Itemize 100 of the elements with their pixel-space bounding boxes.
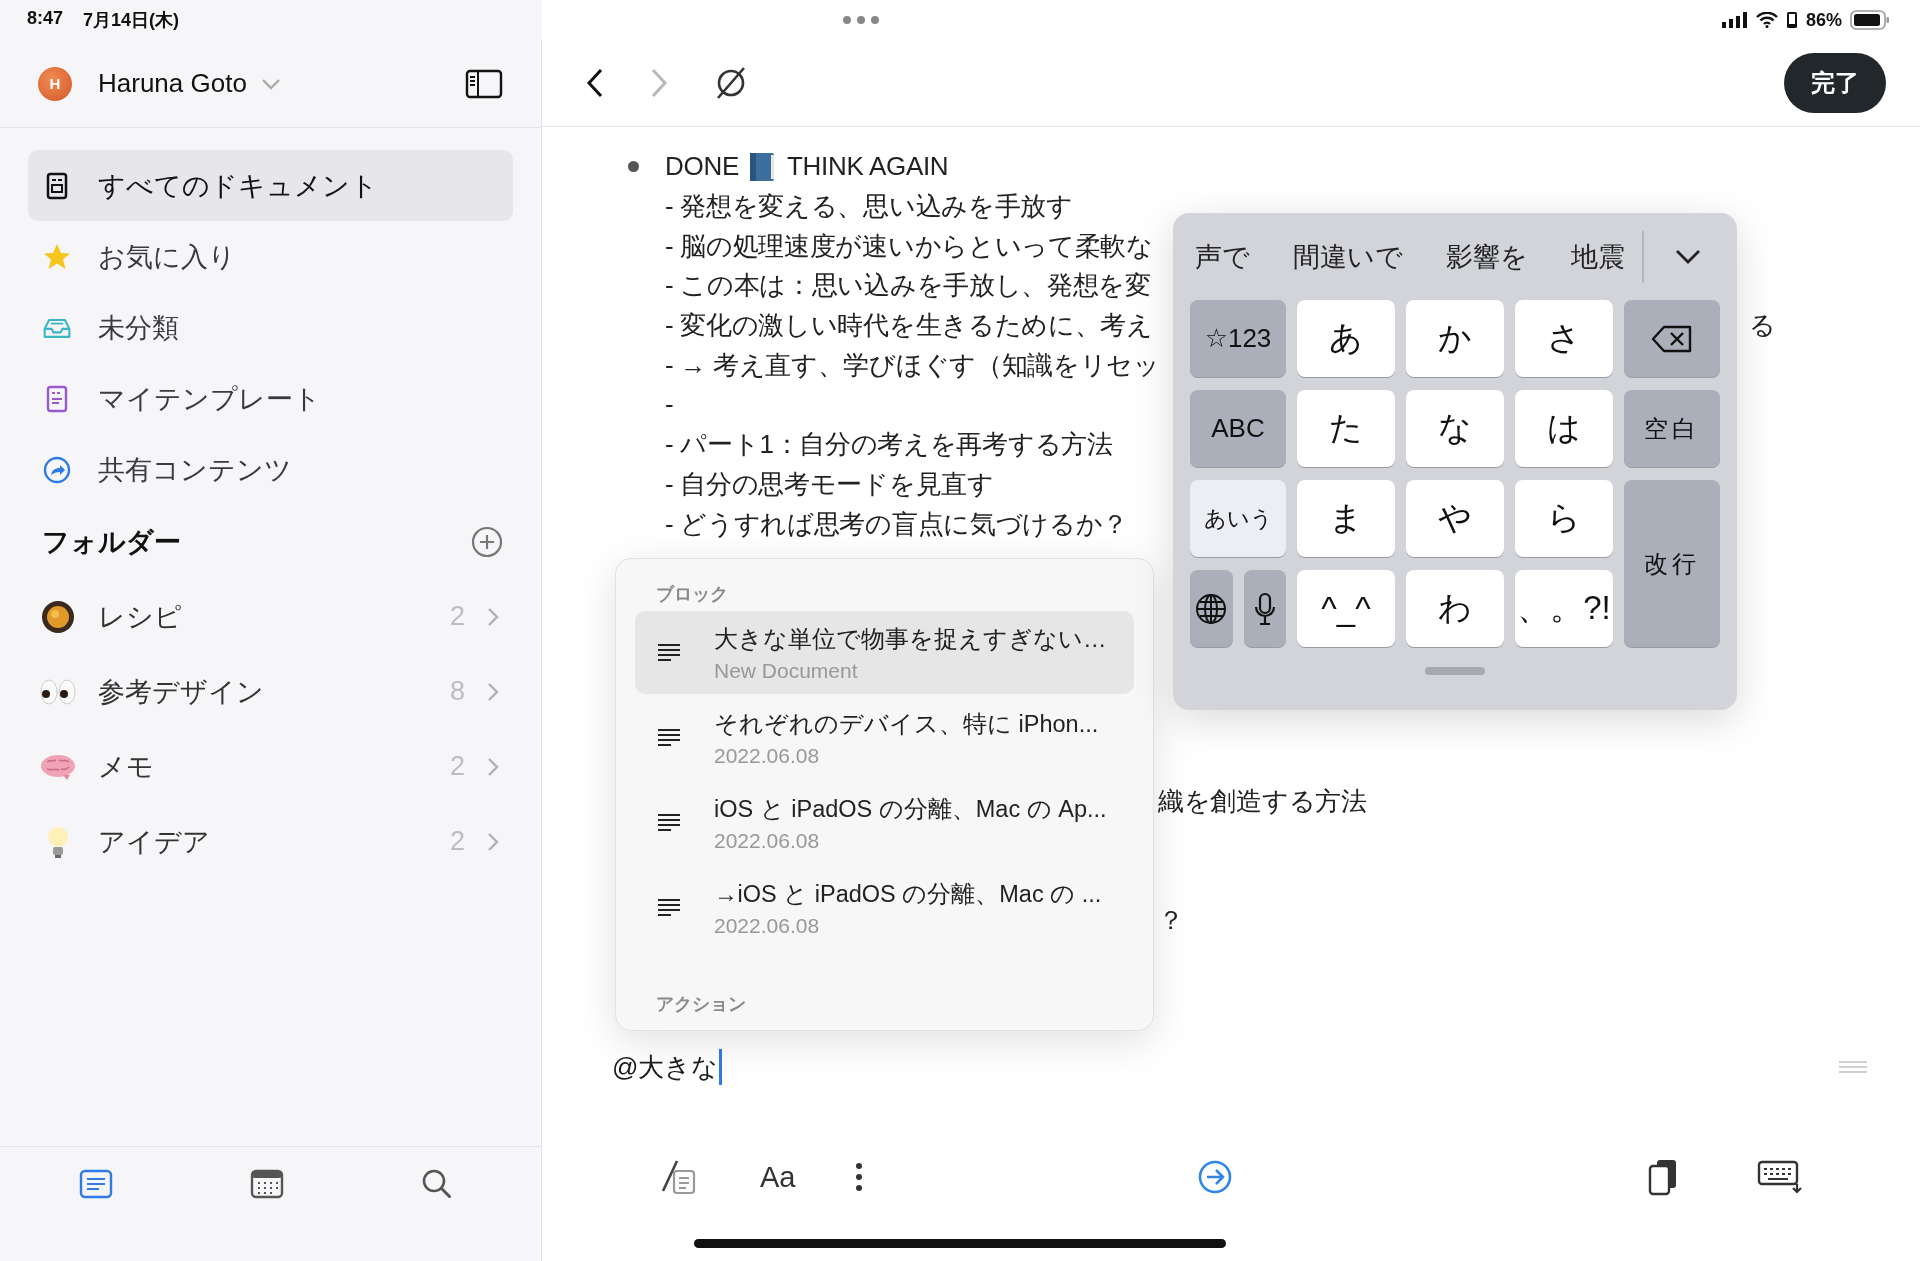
book-title: THINK AGAIN [786,151,949,183]
empty-set-icon[interactable] [714,66,748,100]
chevron-right-icon [487,606,499,627]
folder-item[interactable]: メモ 2 [0,729,541,804]
note-line: - 発想を変える、思い込みを手放す [665,190,1073,224]
delete-key[interactable] [1624,300,1720,377]
kana-key[interactable]: さ [1515,300,1613,377]
status-date: 7月14日(木) [83,9,180,32]
note-line: - どうすれば思考の盲点に気づけるか？ [665,507,1129,541]
kana-key[interactable]: ま [1297,480,1395,557]
folder-item[interactable]: レシピ 2 [0,579,541,654]
section-title: ブロック [655,583,729,606]
section-title: アクション [655,993,747,1016]
signal-icon [1721,12,1748,28]
chevron-right-icon [487,831,499,852]
paragraph-icon [657,812,681,833]
eyes-icon [39,676,77,707]
note-line: - 脳の処理速度が速いからといって柔軟な [665,229,1153,263]
status-time: 8:47 [27,8,64,30]
mode-key[interactable]: ☆123 [1190,300,1286,377]
mention-item[interactable]: それぞれのデバイス、特に iPhon... 2022.06.08 [635,696,1134,779]
sidebar-item[interactable]: 未分類 [28,292,513,363]
return-key[interactable]: 改行 [1624,480,1720,647]
keyboard-dismiss-icon[interactable] [1757,1160,1804,1194]
mention-item[interactable]: →iOS と iPadOS の分離、Mac の ... 2022.06.08 [635,866,1134,949]
globe-key[interactable] [1190,570,1233,647]
note-line: - 自分の思考モードを見直す [665,467,994,501]
slash-document-icon[interactable] [660,1159,698,1195]
documents-icon [78,1169,113,1199]
dictation-key[interactable] [1243,570,1286,647]
back-icon[interactable] [586,68,604,98]
more-icon[interactable] [855,1163,864,1191]
paragraph-icon [657,642,681,663]
folder-count: 2 [449,601,465,632]
note-line: - [665,389,674,421]
sidebar-toggle-icon[interactable] [465,68,503,99]
kana-key[interactable]: あ [1297,300,1395,377]
candidate-word[interactable]: 声で [1195,238,1250,275]
mode-key[interactable]: あいう [1190,480,1286,557]
kana-key[interactable]: 、。?! [1515,570,1613,647]
folder-count: 8 [449,676,465,707]
item-subtitle: 2022.06.08 [714,828,821,853]
input-line[interactable]: @大きな [612,1049,719,1085]
keyboard-handle[interactable] [1425,667,1485,675]
candidate-word[interactable]: 地震 [1571,238,1625,275]
kana-key[interactable]: ^_^ [1297,570,1395,647]
note-line-fragment: 織を創造する方法 [1158,785,1367,819]
folder-name: レシピ [98,600,182,634]
folder-count: 2 [449,826,465,857]
paragraph-icon [657,897,681,918]
tab-button[interactable] [78,1169,113,1199]
item-title: iOS と iPadOS の分離、Mac の Ap... [714,794,1107,824]
status-label: DONE [665,151,739,183]
mention-item[interactable]: 大きな単位で物事を捉えすぎない… New Document [635,611,1134,694]
note-line: - 変化の激しい時代を生きるために、考え [665,309,1153,343]
sidebar-item[interactable]: マイテンプレート [28,363,513,434]
pan-icon [40,598,76,635]
folder-item[interactable]: アイデア 2 [0,804,541,879]
item-title: 大きな単位で物事を捉えすぎない… [714,624,1107,654]
sidebar-item[interactable]: すべてのドキュメント [28,150,513,221]
sidebar-item[interactable]: お気に入り [28,221,513,292]
backspace-icon [1651,323,1693,354]
arrow-circle-icon[interactable] [1197,1159,1234,1195]
item-subtitle: 2022.06.08 [714,913,821,938]
folder-name: メモ [98,750,154,784]
item-title: →iOS と iPadOS の分離、Mac の ... [714,879,1102,909]
kana-key[interactable]: た [1297,390,1395,467]
kana-key[interactable]: は [1515,390,1613,467]
account-name[interactable]: Haruna Goto [98,68,247,99]
note-line-fragment: る [1749,309,1776,343]
kana-key[interactable]: ら [1515,480,1613,557]
kana-key[interactable]: わ [1406,570,1504,647]
item-subtitle: New Document [714,658,859,683]
folder-name: アイデア [98,825,210,859]
folder-count: 2 [449,751,465,782]
space-key[interactable]: 空白 [1624,390,1720,467]
folder-name: 参考デザイン [98,675,264,709]
candidate-word[interactable]: 間違いで [1293,238,1403,275]
tab-button[interactable] [420,1168,453,1200]
mode-key[interactable]: ABC [1190,390,1286,467]
battery-percent: 86% [1805,9,1842,31]
done-button[interactable]: 完了 [1784,53,1886,113]
candidate-word[interactable]: 影響を [1446,238,1528,275]
microphone-icon [1253,591,1276,626]
sidebar-item[interactable]: 共有コンテンツ [28,434,513,505]
text-format-button[interactable]: Aa [760,1160,796,1194]
add-icon[interactable] [471,526,503,558]
folder-item[interactable]: 参考デザイン 8 [0,654,541,729]
chevron-down-icon[interactable] [1675,248,1701,265]
multitasking-dots-icon[interactable] [842,15,880,25]
search-icon [420,1168,453,1200]
kana-key[interactable]: な [1406,390,1504,467]
kana-key[interactable]: か [1406,300,1504,377]
drag-handle-icon[interactable] [1838,1060,1868,1074]
mention-item[interactable]: iOS と iPadOS の分離、Mac の Ap... 2022.06.08 [635,781,1134,864]
item-subtitle: 2022.06.08 [714,743,821,768]
tab-button[interactable] [249,1169,284,1199]
kana-key[interactable]: や [1406,480,1504,557]
globe-icon [1195,592,1228,625]
battery-icon [1850,10,1890,30]
